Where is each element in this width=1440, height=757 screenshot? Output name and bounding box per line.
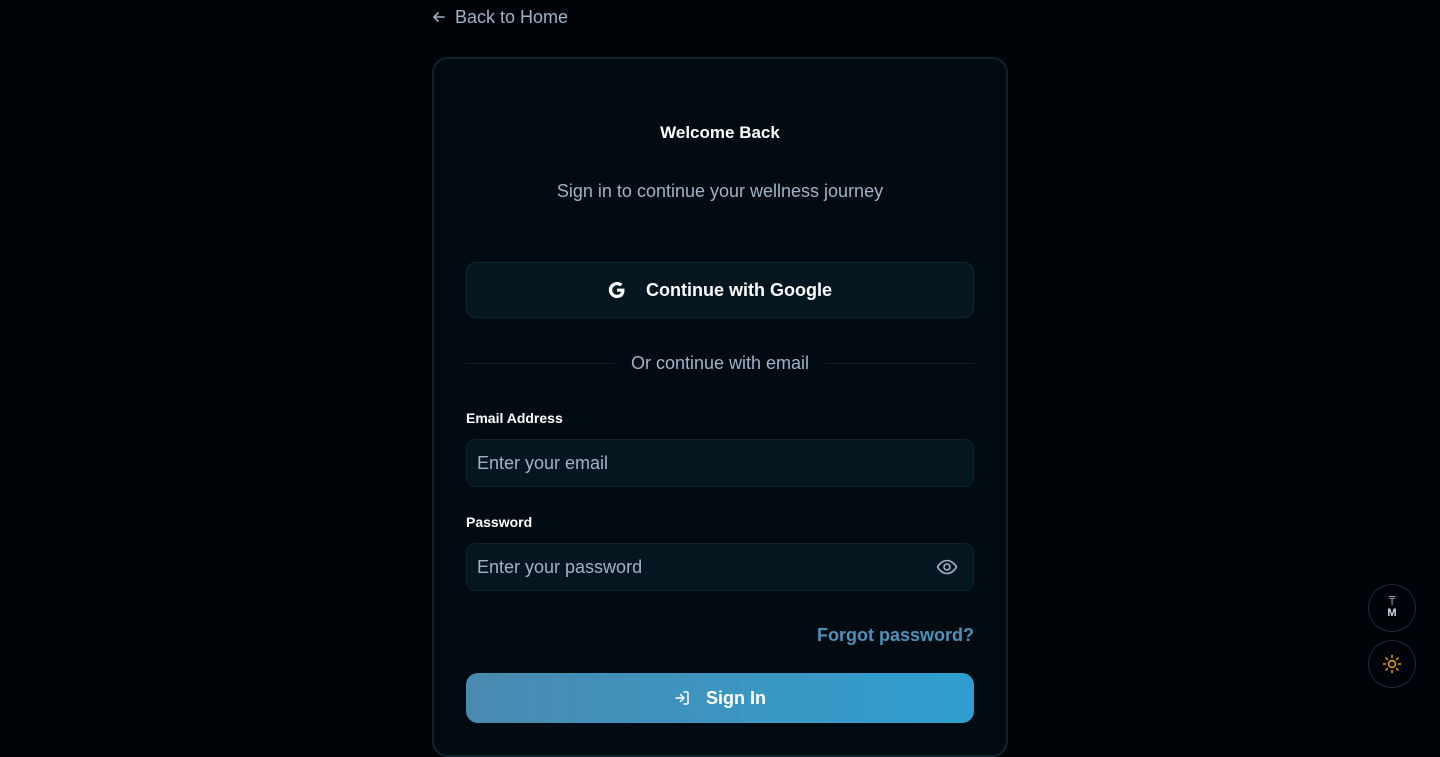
password-label: Password (466, 514, 533, 530)
divider-line-left (466, 362, 617, 364)
divider-line-right (823, 362, 975, 364)
text-size-icon-top: T (1388, 596, 1396, 608)
back-to-home-link[interactable]: Back to Home (432, 5, 568, 29)
continue-with-google-button[interactable]: Continue with Google (466, 262, 974, 318)
back-to-home-label: Back to Home (455, 6, 569, 27)
google-icon (608, 282, 625, 298)
text-size-button[interactable]: T M (1368, 584, 1416, 632)
continue-with-google-label: Continue with Google (646, 279, 832, 300)
arrow-left-icon (433, 12, 445, 22)
email-label: Email Address (466, 410, 563, 426)
divider-text: Or continue with email (630, 352, 810, 373)
password-input[interactable] (466, 543, 974, 591)
log-in-icon (675, 691, 689, 705)
sign-in-label: Sign In (706, 687, 766, 708)
email-input[interactable] (466, 439, 974, 487)
forgot-password-link[interactable]: Forgot password? (817, 625, 974, 646)
email-divider: Or continue with email (466, 351, 975, 375)
card-subtitle: Sign in to continue your wellness journe… (556, 181, 884, 201)
sign-in-button[interactable]: Sign In (466, 673, 974, 723)
eye-icon[interactable] (936, 557, 958, 577)
sign-in-card: Welcome Back Sign in to continue your we… (432, 57, 1008, 757)
text-size-icon-bottom: M (1387, 606, 1397, 619)
theme-toggle-button[interactable] (1368, 640, 1416, 688)
card-title: Welcome Back (660, 123, 780, 142)
sun-icon (1382, 654, 1402, 674)
